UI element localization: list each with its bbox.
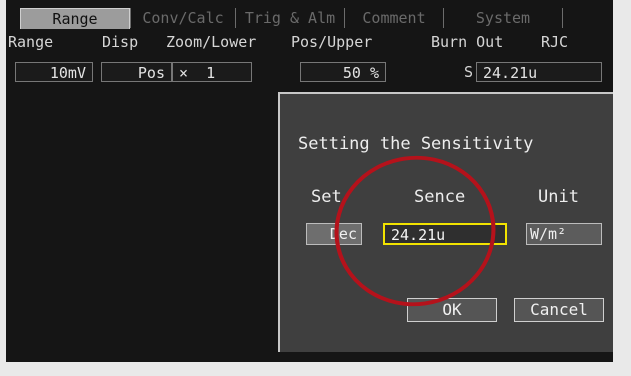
tab-bar: Range Conv/Calc Trig & Alm Comment Syste… (6, 8, 613, 30)
unit-field[interactable]: W/m² (526, 223, 602, 245)
tab-trig-alm[interactable]: Trig & Alm (235, 8, 344, 28)
tab-range[interactable]: Range (20, 8, 130, 29)
zoom-lower-header: Zoom/Lower (166, 33, 257, 51)
device-screen: Range Conv/Calc Trig & Alm Comment Syste… (6, 0, 613, 362)
tab-conv-calc[interactable]: Conv/Calc (130, 8, 235, 28)
range-header: Range (8, 33, 54, 51)
zoom-value-field[interactable]: × 1 (172, 62, 252, 82)
disp-value-field[interactable]: Pos (101, 62, 172, 82)
unit-label: Unit (538, 187, 579, 207)
cancel-button[interactable]: Cancel (514, 298, 604, 322)
sensitivity-dialog: Setting the Sensitivity Set Sence Unit D… (278, 92, 613, 352)
sence-label: Sence (414, 187, 466, 207)
set-label: Set (311, 187, 342, 207)
ok-button[interactable]: OK (407, 298, 497, 322)
burn-out-value: S (464, 63, 474, 81)
tab-system[interactable]: System (443, 8, 563, 28)
rjc-value-field[interactable]: 24.21u (476, 62, 602, 82)
tab-comment[interactable]: Comment (344, 8, 443, 28)
pos-upper-value-field[interactable]: 50 % (300, 62, 386, 82)
pos-upper-header: Pos/Upper (291, 33, 373, 51)
dialog-title: Setting the Sensitivity (298, 134, 534, 154)
rjc-header: RJC (541, 33, 569, 51)
sence-input[interactable]: 24.21u (383, 223, 507, 245)
disp-header: Disp (102, 33, 139, 51)
range-value-field[interactable]: 10mV (15, 62, 93, 82)
set-field[interactable]: Dec (306, 223, 362, 245)
burn-out-header: Burn Out (431, 33, 504, 51)
